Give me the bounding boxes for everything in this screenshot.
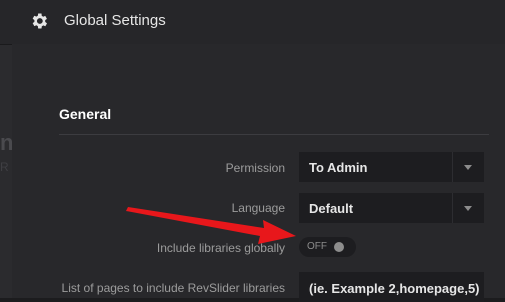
annotation-arrow xyxy=(126,207,296,244)
